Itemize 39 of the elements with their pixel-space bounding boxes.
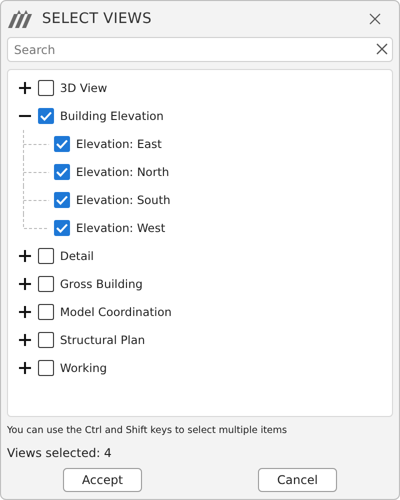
checkbox[interactable] bbox=[38, 248, 54, 264]
tree-item[interactable]: Gross Building bbox=[60, 277, 143, 291]
tree-item[interactable]: Working bbox=[60, 361, 107, 375]
expand-icon[interactable] bbox=[18, 249, 32, 263]
checkbox[interactable] bbox=[54, 192, 70, 208]
expand-icon[interactable] bbox=[18, 277, 32, 291]
hint-text: You can use the Ctrl and Shift keys to select multiple items bbox=[7, 425, 288, 436]
checkbox[interactable] bbox=[54, 136, 70, 152]
checkbox[interactable] bbox=[38, 332, 54, 348]
expand-icon[interactable] bbox=[18, 333, 32, 347]
checkbox[interactable] bbox=[38, 304, 54, 320]
cancel-button[interactable]: Cancel bbox=[258, 468, 337, 492]
search-field[interactable]: Search bbox=[7, 37, 393, 62]
checkbox[interactable] bbox=[38, 108, 54, 124]
checkbox[interactable] bbox=[38, 360, 54, 376]
tree-item[interactable]: Elevation: East bbox=[76, 137, 162, 151]
checkbox[interactable] bbox=[54, 164, 70, 180]
status-text: Views selected: 4 bbox=[7, 446, 113, 460]
connector-line bbox=[23, 130, 51, 158]
tree-item[interactable]: Elevation: North bbox=[76, 165, 170, 179]
expand-icon[interactable] bbox=[18, 361, 32, 375]
tree-item[interactable]: Detail bbox=[60, 249, 94, 263]
tree-item[interactable]: Building Elevation bbox=[60, 109, 164, 123]
tree-item[interactable]: Elevation: South bbox=[76, 193, 170, 207]
checkbox[interactable] bbox=[38, 80, 54, 96]
checkbox[interactable] bbox=[38, 276, 54, 292]
clear-icon[interactable] bbox=[376, 43, 388, 55]
checkbox[interactable] bbox=[54, 220, 70, 236]
window-title: SELECT VIEWS bbox=[42, 11, 153, 27]
tree-item[interactable]: Structural Plan bbox=[60, 333, 146, 347]
tree-item[interactable]: Elevation: West bbox=[76, 221, 166, 235]
tree-item[interactable]: 3D View bbox=[60, 81, 108, 95]
expand-icon[interactable] bbox=[18, 81, 32, 95]
accept-button[interactable]: Accept bbox=[63, 468, 142, 492]
expand-icon[interactable] bbox=[18, 305, 32, 319]
logo-icon bbox=[8, 10, 34, 28]
tree-item[interactable]: Model Coordination bbox=[60, 305, 172, 319]
close-icon[interactable] bbox=[369, 13, 381, 25]
connector-line bbox=[23, 158, 51, 186]
